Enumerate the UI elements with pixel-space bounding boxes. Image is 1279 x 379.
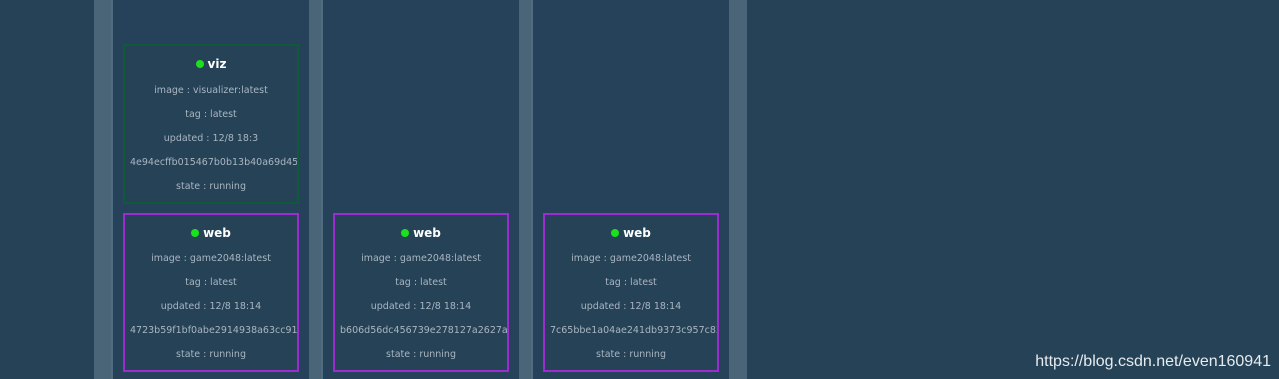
task-card-web[interactable]: web image : game2048:latest tag : latest… (543, 213, 719, 372)
task-updated: updated : 12/8 18:14 (580, 301, 682, 312)
task-image: image : game2048:latest (571, 253, 691, 264)
node-separator (94, 0, 112, 379)
task-title: web (335, 226, 507, 240)
task-card-viz[interactable]: viz image : visualizer:latest tag : late… (123, 44, 299, 204)
task-tag: tag : latest (395, 277, 447, 288)
task-state: state : running (176, 181, 246, 192)
task-state: state : running (386, 349, 456, 360)
task-name: web (623, 226, 651, 240)
running-status-icon (401, 229, 410, 237)
running-status-icon (191, 229, 200, 237)
task-card-web[interactable]: web image : game2048:latest tag : latest… (123, 213, 299, 372)
task-state: state : running (596, 349, 666, 360)
running-status-icon (195, 60, 204, 68)
task-image: image : game2048:latest (361, 253, 481, 264)
task-updated: updated : 12/8 18:3 (163, 133, 259, 144)
task-name: viz (207, 57, 227, 71)
swarm-visualizer: viz image : visualizer:latest tag : late… (0, 0, 1279, 379)
task-tag: tag : latest (605, 277, 657, 288)
task-tag: tag : latest (185, 109, 237, 120)
running-status-icon (611, 229, 620, 237)
task-id: 7c65bbe1a04ae241db9373c957c83 (550, 325, 719, 336)
task-name: web (413, 226, 441, 240)
task-tag: tag : latest (185, 277, 237, 288)
task-title: web (545, 226, 717, 240)
task-title: web (125, 226, 297, 240)
task-id: b606d56dc456739e278127a2627al (340, 325, 509, 336)
task-title: viz (125, 57, 297, 71)
task-id: 4e94ecffb015467b0b13b40a69d45 (130, 157, 299, 168)
task-name: web (203, 226, 231, 240)
task-id: 4723b59f1bf0abe2914938a63cc915 (130, 325, 299, 336)
task-updated: updated : 12/8 18:14 (370, 301, 472, 312)
node-separator (729, 0, 747, 379)
task-state: state : running (176, 349, 246, 360)
task-card-web[interactable]: web image : game2048:latest tag : latest… (333, 213, 509, 372)
watermark: https://blog.csdn.net/even160941 (1035, 353, 1271, 370)
task-image: image : visualizer:latest (154, 85, 268, 96)
task-updated: updated : 12/8 18:14 (160, 301, 262, 312)
task-image: image : game2048:latest (151, 253, 271, 264)
